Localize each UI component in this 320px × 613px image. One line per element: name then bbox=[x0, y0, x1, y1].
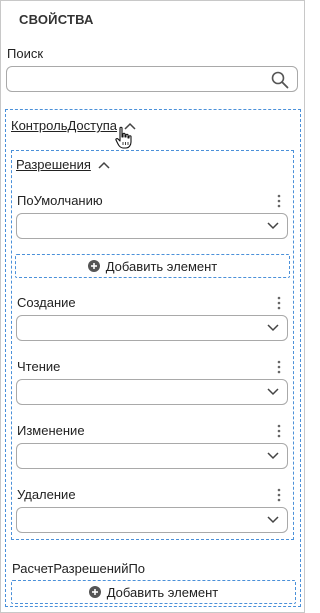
plus-circle-icon bbox=[88, 586, 101, 598]
field-label-update: Изменение bbox=[17, 423, 85, 438]
chevron-up-icon[interactable] bbox=[98, 161, 110, 169]
field-label-default: ПоУмолчанию bbox=[17, 193, 103, 208]
field-label-delete: Удаление bbox=[17, 487, 76, 502]
chevron-down-icon[interactable] bbox=[267, 516, 279, 524]
field-label-create: Создание bbox=[17, 295, 76, 310]
permissions-group bbox=[11, 150, 294, 540]
select-update[interactable] bbox=[16, 443, 288, 469]
kebab-icon[interactable] bbox=[276, 488, 282, 502]
field-label-read: Чтение bbox=[17, 359, 61, 374]
select-read[interactable] bbox=[16, 379, 288, 405]
search-label: Поиск bbox=[7, 46, 44, 61]
calc-permissions-label: РасчетРазрешенийПо bbox=[12, 561, 146, 576]
add-element-button[interactable]: Добавить элемент bbox=[15, 254, 290, 278]
search-field[interactable] bbox=[6, 66, 298, 92]
search-icon[interactable] bbox=[271, 71, 289, 89]
panel-title: СВОЙСТВА bbox=[19, 12, 94, 27]
add-element-label: Добавить элемент bbox=[105, 258, 218, 274]
hand-cursor-icon bbox=[115, 126, 132, 149]
chevron-down-icon[interactable] bbox=[267, 222, 279, 230]
select-delete[interactable] bbox=[16, 507, 288, 533]
kebab-icon[interactable] bbox=[276, 296, 282, 310]
access-control-header[interactable]: КонтрольДоступа bbox=[11, 118, 117, 133]
select-create[interactable] bbox=[16, 315, 288, 341]
add-element-label: Добавить элемент bbox=[106, 584, 219, 600]
plus-circle-icon bbox=[87, 260, 100, 272]
chevron-down-icon[interactable] bbox=[267, 452, 279, 460]
properties-panel: СВОЙСТВА Поиск КонтрольДоступа Разрешени… bbox=[0, 0, 305, 613]
kebab-icon[interactable] bbox=[276, 360, 282, 374]
select-default[interactable] bbox=[16, 213, 288, 239]
chevron-down-icon[interactable] bbox=[267, 388, 279, 396]
permissions-header[interactable]: Разрешения bbox=[16, 157, 91, 172]
search-input[interactable] bbox=[15, 67, 265, 91]
kebab-icon[interactable] bbox=[276, 424, 282, 438]
add-element-button[interactable]: Добавить элемент bbox=[11, 580, 296, 604]
chevron-down-icon[interactable] bbox=[267, 324, 279, 332]
kebab-icon[interactable] bbox=[276, 194, 282, 208]
